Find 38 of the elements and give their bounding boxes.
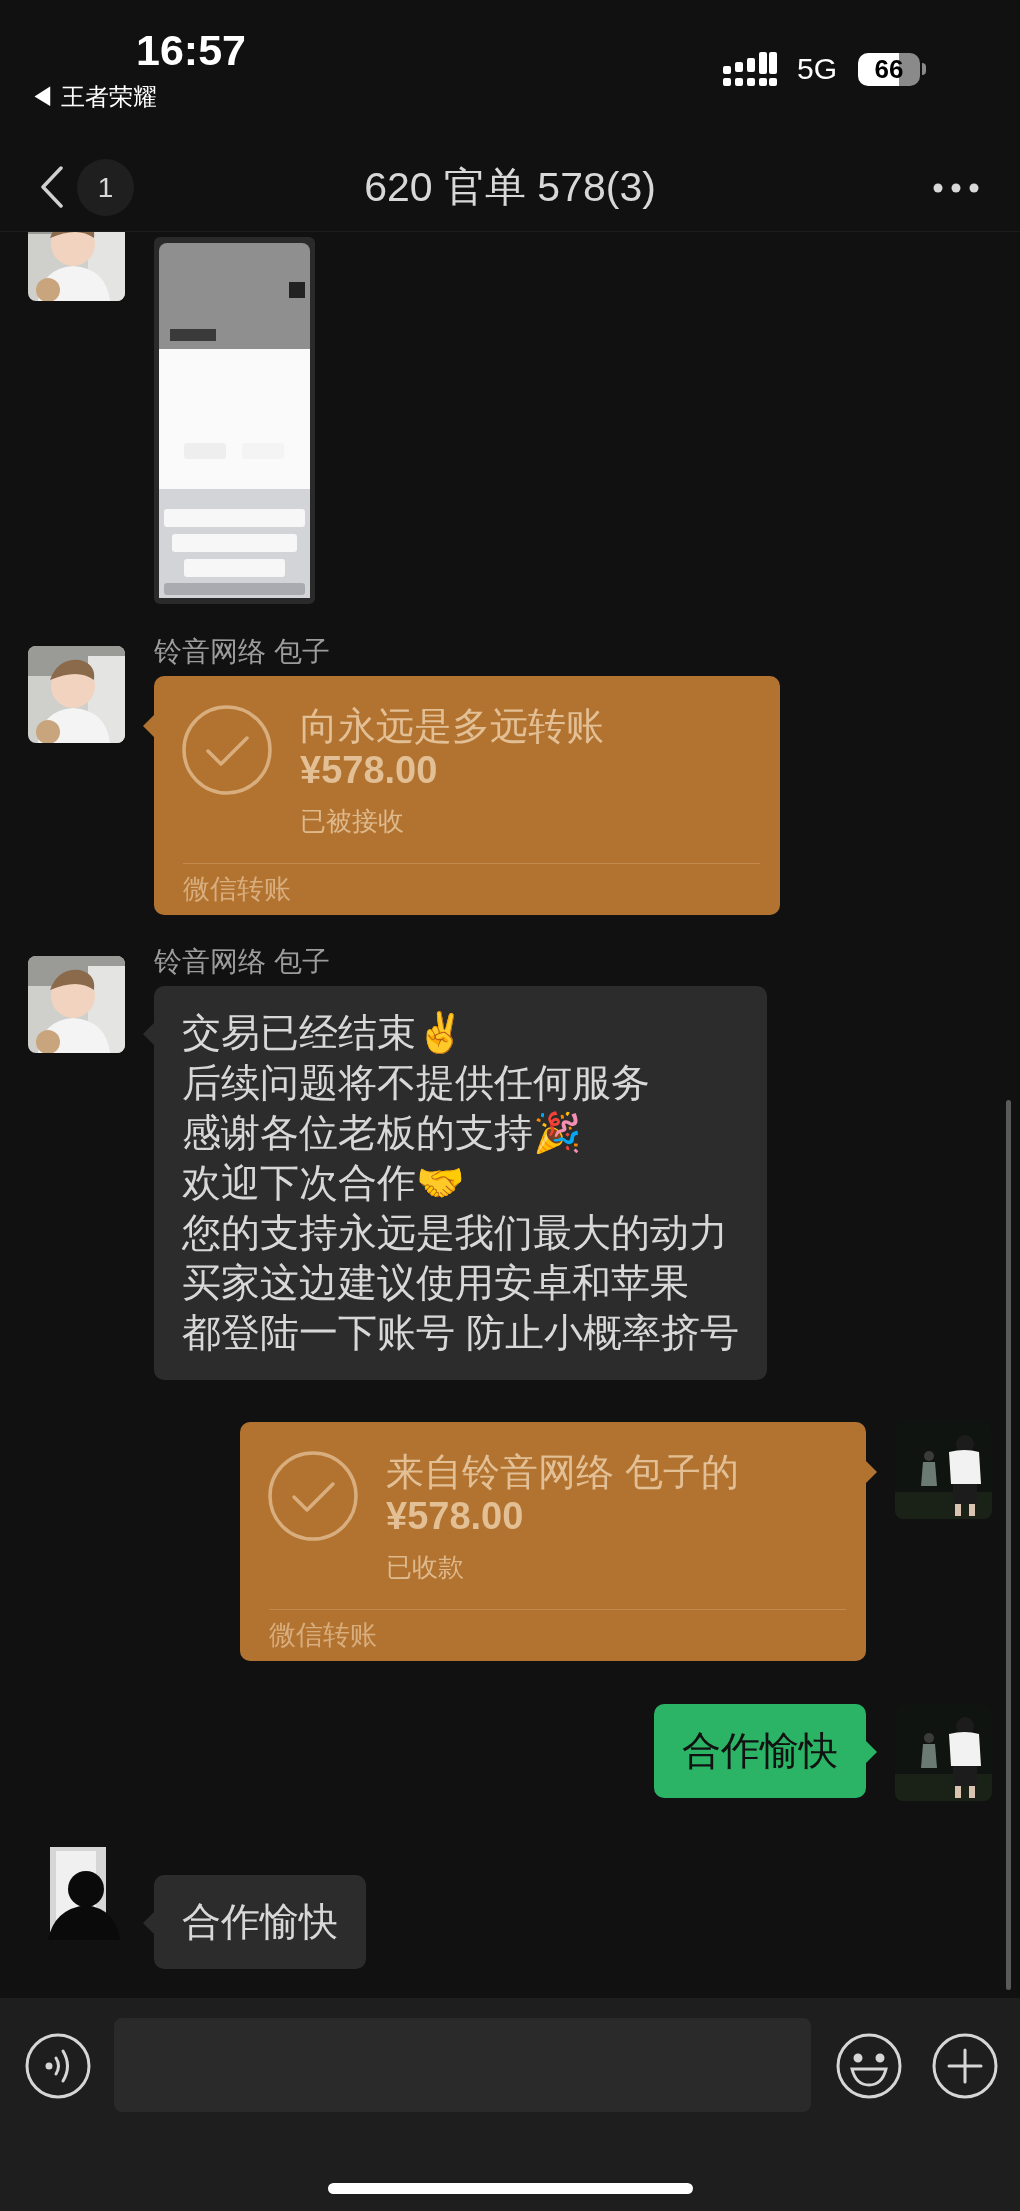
message-bubble[interactable]: 合作愉快 xyxy=(654,1704,866,1798)
chat-title: 620 官单 578(3) xyxy=(363,163,657,212)
transfer-title: 来自铃音网络 包子的 xyxy=(386,1450,739,1495)
message-text: 合作愉快 xyxy=(182,1899,338,1945)
network-label: 5G xyxy=(797,51,838,87)
transfer-label: 微信转账 xyxy=(183,873,291,905)
message-text: 后续问题将不提供任何服务 xyxy=(182,1060,651,1106)
back-to-app-link[interactable]: ◀ 王者荣耀 xyxy=(30,82,157,112)
message-text: 合作愉快 xyxy=(682,1728,838,1774)
back-icon[interactable] xyxy=(40,166,64,208)
message-text: 欢迎下次合作🤝 xyxy=(182,1160,466,1206)
transfer-title: 向永远是多远转账 xyxy=(300,704,604,749)
message-text: 都登陆一下账号 防止小概率挤号 xyxy=(182,1310,739,1356)
message-bubble[interactable]: 交易已经结束✌ 后续问题将不提供任何服务 感谢各位老板的支持🎉 欢迎下次合作🤝 您的支持永远是我们最大的动力 买家这边建议使用安卓和苹果 都登陆一下账号 防止小概率挤号 xyxy=(154,986,767,1380)
check-circle-icon xyxy=(181,704,273,796)
message-text: 您的支持永远是我们最大的动力 xyxy=(182,1210,729,1256)
transfer-amount: ¥578.00 xyxy=(386,1494,524,1538)
transfer-amount: ¥578.00 xyxy=(300,748,438,792)
transfer-status: 已收款 xyxy=(386,1551,464,1583)
message-text: 感谢各位老板的支持🎉 xyxy=(182,1110,583,1156)
unread-badge: 1 xyxy=(77,159,134,216)
battery-tip xyxy=(922,63,926,75)
more-icon[interactable] xyxy=(933,183,979,193)
message-text: 买家这边建议使用安卓和苹果 xyxy=(182,1260,690,1306)
scroll-bar[interactable] xyxy=(1006,1100,1011,1990)
transfer-label: 微信转账 xyxy=(269,1619,377,1651)
sender-name: 铃音网络 包子 xyxy=(154,636,330,668)
transfer-status: 已被接收 xyxy=(300,805,404,837)
message-bubble[interactable]: 合作愉快 xyxy=(154,1875,366,1969)
check-circle-icon xyxy=(267,1450,359,1542)
sender-name: 铃音网络 包子 xyxy=(154,946,330,978)
emoji-icon[interactable] xyxy=(836,2033,902,2099)
battery-icon: 66 xyxy=(858,53,920,86)
message-text: 交易已经结束✌ xyxy=(182,1010,466,1056)
clock-time: 16:57 xyxy=(136,25,246,75)
signal-icon xyxy=(723,52,777,86)
plus-icon[interactable] xyxy=(932,2033,998,2099)
voice-icon[interactable] xyxy=(25,2033,91,2099)
